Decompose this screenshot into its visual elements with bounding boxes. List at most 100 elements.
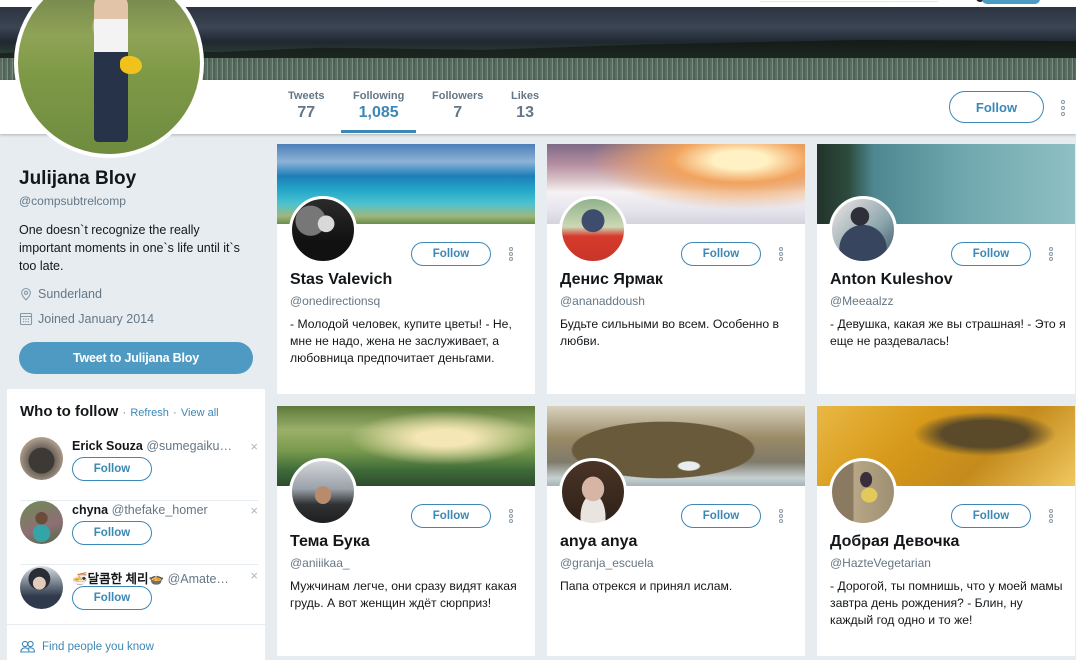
stat-value: 77 <box>297 104 316 121</box>
suggestion-follow-button[interactable]: Follow <box>72 586 152 610</box>
card-follow-button[interactable]: Follow <box>951 242 1031 266</box>
profile-handle[interactable]: @compsubtrelcomp <box>19 194 126 208</box>
calendar-icon <box>19 312 33 326</box>
user-card[interactable]: Follow Добрая Девочка @HazteVegetarian -… <box>817 406 1075 656</box>
card-avatar[interactable] <box>289 196 357 264</box>
suggestion-follow-button[interactable]: Follow <box>72 521 152 545</box>
more-options-icon[interactable] <box>1048 509 1054 523</box>
card-follow-button[interactable]: Follow <box>681 504 761 528</box>
profile-location: Sunderland <box>19 287 102 301</box>
card-bio: Будьте сильными во всем. Особенно в любв… <box>560 317 780 348</box>
card-handle[interactable]: @granja_escuela <box>560 556 654 570</box>
search-field-edge[interactable] <box>760 0 938 2</box>
joined-text: Joined January 2014 <box>38 312 155 326</box>
who-to-follow-title: Who to follow <box>20 403 119 420</box>
card-bio: - Молодой человек, купите цветы! - Не, м… <box>290 317 512 365</box>
tweet-to-button[interactable]: Tweet to Julijana Bloy <box>19 342 253 374</box>
more-options-icon[interactable] <box>1048 247 1054 261</box>
card-follow-button[interactable]: Follow <box>681 242 761 266</box>
card-name[interactable]: anya anya <box>560 533 637 551</box>
profile-avatar-image <box>14 0 204 158</box>
suggestion-name-line[interactable]: 🍜달콤한 체리🍲 @Amate… <box>72 568 232 587</box>
more-options-icon[interactable] <box>508 509 514 523</box>
stat-label: Tweets <box>288 90 325 102</box>
suggestion-item: chyna @thefake_homer × Follow <box>20 501 258 565</box>
suggestion-follow-button[interactable]: Follow <box>72 457 152 481</box>
find-people-text: Find people you know <box>42 640 154 653</box>
card-handle[interactable]: @ananaddoush <box>560 294 645 308</box>
suggestion-name: chyna <box>72 503 109 517</box>
more-options-icon[interactable] <box>1060 100 1066 116</box>
card-name[interactable]: Денис Ярмак <box>560 271 663 289</box>
user-card[interactable]: Follow Тема Бука @aniiikaa_ Мужчинам лег… <box>277 406 535 656</box>
stat-likes[interactable]: Likes 13 <box>511 90 539 122</box>
who-to-follow-module: Who to follow · Refresh · View all Erick… <box>7 389 265 660</box>
suggestion-name: Erick Souza <box>72 439 143 453</box>
card-bio: Мужчинам легче, они сразу видят какая гр… <box>290 579 517 610</box>
card-avatar[interactable] <box>829 196 897 264</box>
card-follow-button[interactable]: Follow <box>411 504 491 528</box>
divider <box>20 564 258 565</box>
card-follow-button[interactable]: Follow <box>411 242 491 266</box>
card-name[interactable]: Добрая Девочка <box>830 533 959 551</box>
suggestion-avatar[interactable] <box>20 566 63 609</box>
card-handle[interactable]: @onedirectionsq <box>290 294 380 308</box>
dismiss-icon[interactable]: × <box>250 568 258 583</box>
tweet-button-edge[interactable] <box>982 0 1040 4</box>
user-card[interactable]: Follow anya anya @granja_escuela Папа от… <box>547 406 805 656</box>
refresh-link[interactable]: Refresh <box>130 407 169 419</box>
view-all-link[interactable]: View all <box>181 407 219 419</box>
suggestion-item: 🍜달콤한 체리🍲 @Amate… × Follow <box>20 566 258 630</box>
stat-label: Likes <box>511 90 540 102</box>
profile-name[interactable]: Julijana Bloy <box>19 168 136 190</box>
suggestion-handle: @Amate… <box>167 572 229 586</box>
suggestion-handle: @thefake_homer <box>111 503 208 517</box>
card-name[interactable]: Stas Valevich <box>290 271 392 289</box>
card-bio: - Девушка, какая же вы страшная! - Это я… <box>830 317 1066 348</box>
more-options-icon[interactable] <box>778 247 784 261</box>
dismiss-icon[interactable]: × <box>250 439 258 454</box>
stat-value: 13 <box>516 104 534 121</box>
card-handle[interactable]: @HazteVegetarian <box>830 556 931 570</box>
stat-value: 7 <box>453 104 463 121</box>
card-avatar[interactable] <box>829 458 897 526</box>
follow-profile-button[interactable]: Follow <box>949 91 1044 123</box>
card-avatar[interactable] <box>289 458 357 526</box>
profile-joined: Joined January 2014 <box>19 312 154 326</box>
stat-followers[interactable]: Followers 7 <box>432 90 483 122</box>
separator: · <box>122 407 127 419</box>
card-name[interactable]: Тема Бука <box>290 533 370 551</box>
avatar-leaf <box>120 56 142 74</box>
suggestion-name-line[interactable]: chyna @thefake_homer <box>72 503 232 517</box>
who-to-follow-header: Who to follow · Refresh · View all <box>20 403 219 420</box>
user-card[interactable]: Follow Anton Kuleshov @Meeaalzz - Девушк… <box>817 144 1075 394</box>
suggestion-avatar[interactable] <box>20 501 63 544</box>
stat-tweets[interactable]: Tweets 77 <box>288 90 324 122</box>
divider <box>7 624 265 625</box>
card-avatar[interactable] <box>559 196 627 264</box>
user-card[interactable]: Follow Денис Ярмак @ananaddoush Будьте с… <box>547 144 805 394</box>
suggestion-name-line[interactable]: Erick Souza @sumegaiku… <box>72 439 232 453</box>
suggestion-item: Erick Souza @sumegaiku… × Follow <box>20 437 258 501</box>
card-handle[interactable]: @aniiikaa_ <box>290 556 350 570</box>
suggestion-avatar[interactable] <box>20 437 63 480</box>
dismiss-icon[interactable]: × <box>250 503 258 518</box>
separator: · <box>173 407 177 419</box>
card-avatar[interactable] <box>559 458 627 526</box>
card-bio: - Дорогой, ты помнишь, что у моей мамы з… <box>830 579 1063 627</box>
card-bio: Папа отрекся и принял ислам. <box>560 579 733 593</box>
user-card[interactable]: Follow Stas Valevich @onedirectionsq - М… <box>277 144 535 394</box>
card-handle[interactable]: @Meeaalzz <box>830 294 894 308</box>
more-options-icon[interactable] <box>778 509 784 523</box>
stat-value: 1,085 <box>358 104 399 121</box>
location-text: Sunderland <box>38 287 102 301</box>
stat-following[interactable]: Following 1,085 <box>340 90 417 133</box>
find-people-link[interactable]: Find people you know <box>20 640 154 653</box>
card-name[interactable]: Anton Kuleshov <box>830 271 953 289</box>
card-follow-button[interactable]: Follow <box>951 504 1031 528</box>
stat-label: Followers <box>432 90 484 102</box>
profile-avatar[interactable] <box>14 0 204 158</box>
profile-bio: One doesn`t recognize the really importa… <box>19 223 240 273</box>
suggestion-name: 🍜달콤한 체리🍲 <box>72 572 165 586</box>
more-options-icon[interactable] <box>508 247 514 261</box>
